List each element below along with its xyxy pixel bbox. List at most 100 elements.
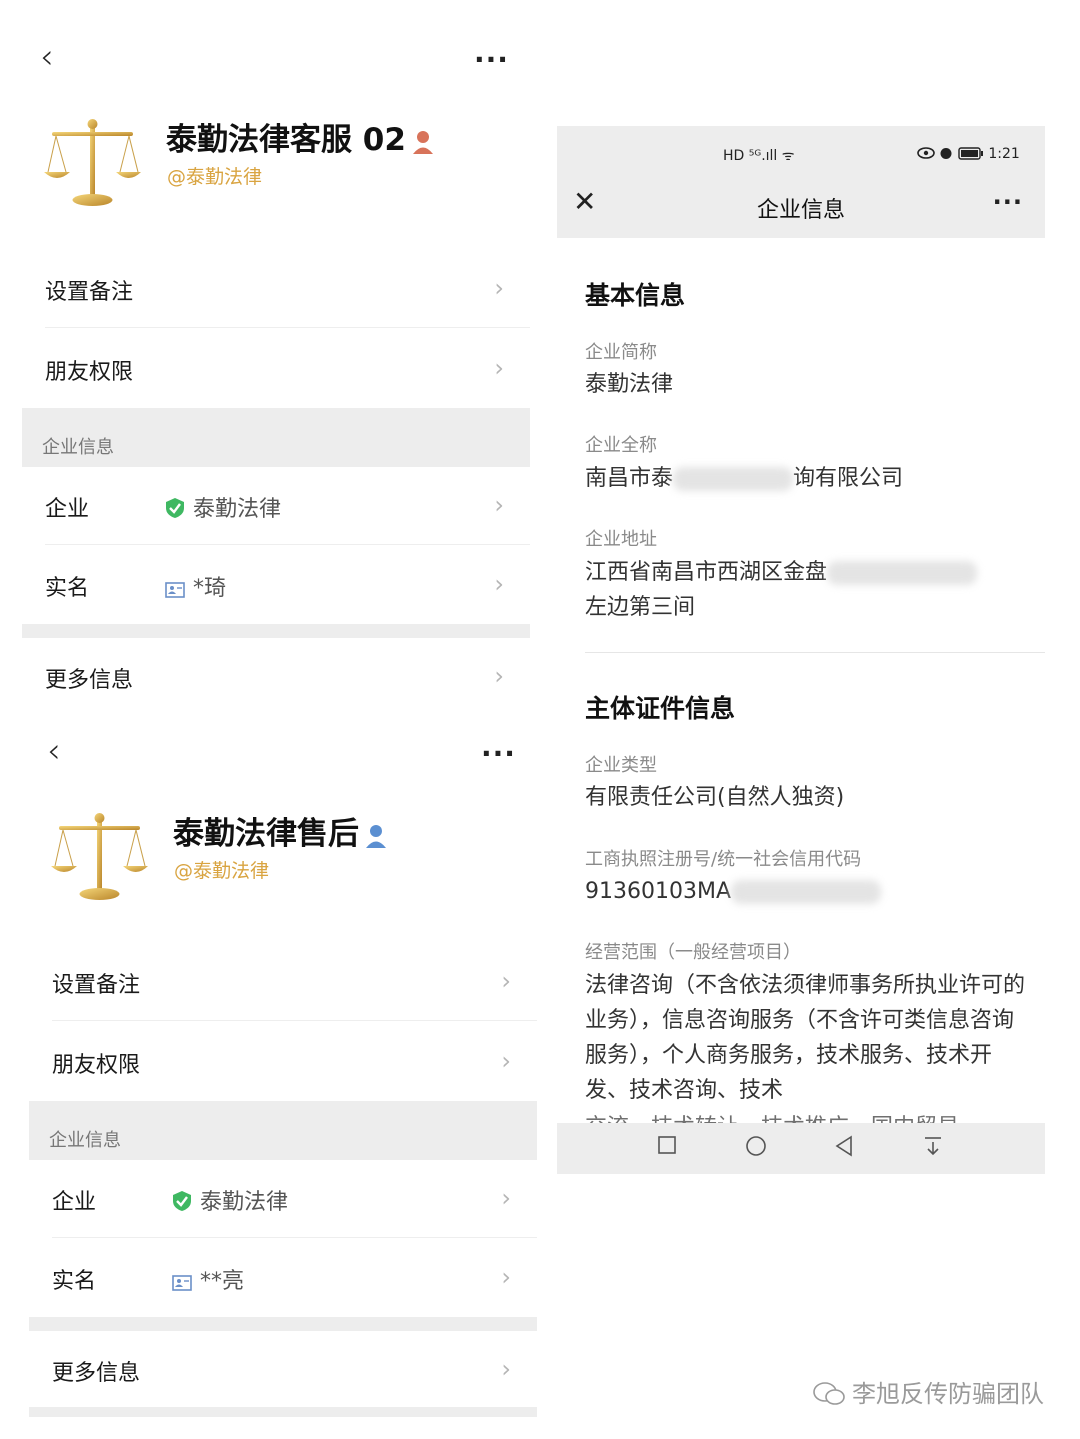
friend-permissions-row[interactable]: 朋友权限 ›	[29, 1023, 537, 1101]
divider	[585, 652, 1045, 653]
full-name-label: 企业全称	[585, 435, 657, 456]
more-dots-icon[interactable]: ···	[474, 46, 509, 74]
profile-handle: @泰勤法律	[167, 166, 263, 188]
business-scope-cut: 交流、技术转让、技术推广、国内贸易	[585, 1110, 959, 1123]
divider	[52, 1237, 537, 1238]
alarm-icon	[940, 148, 952, 159]
shield-check-icon	[166, 498, 184, 518]
section-header: 企业信息	[22, 408, 530, 467]
divider	[45, 544, 530, 545]
chevron-right-icon: ›	[494, 570, 504, 598]
set-remark-row[interactable]: 设置备注 ›	[29, 943, 537, 1021]
battery-icon	[958, 147, 983, 160]
recent-apps-icon[interactable]	[657, 1135, 677, 1155]
notification-pull-icon[interactable]	[923, 1135, 943, 1157]
full-name-value: 南昌市泰 询有限公司	[585, 466, 904, 491]
realname-value: **亮	[172, 1263, 244, 1295]
chevron-right-icon: ›	[501, 1263, 511, 1291]
section-gap	[22, 624, 530, 638]
chevron-right-icon: ›	[494, 354, 504, 382]
business-scope-label: 经营范围（一般经营项目）	[585, 942, 801, 963]
watermark: 李旭反传防骗团队	[812, 1374, 1044, 1409]
address-label: 企业地址	[585, 529, 657, 550]
profile-handle: @泰勤法律	[174, 860, 270, 882]
section-title: 企业信息	[49, 1130, 121, 1151]
profile-name: 泰勤法律客服 02	[166, 114, 434, 159]
system-nav-bar	[557, 1123, 1045, 1174]
back-triangle-icon[interactable]	[834, 1135, 854, 1157]
company-value: 泰勤法律	[165, 491, 281, 523]
chevron-right-icon: ›	[494, 274, 504, 302]
eye-icon	[917, 147, 935, 159]
chevron-right-icon: ›	[494, 491, 504, 519]
credit-code-value: 91360103MA	[585, 874, 882, 909]
row-label: 企业	[45, 497, 90, 522]
profile-name: 泰勤法律售后	[173, 808, 387, 853]
company-value: 泰勤法律	[172, 1184, 288, 1216]
redacted-blur	[673, 467, 794, 491]
profile-card-1: ‹ ··· 泰勤法律客服 02 @泰勤法律 设置备注 › 朋友权限 › 企业信息…	[22, 0, 530, 714]
company-row[interactable]: 企业 泰勤法律 ›	[22, 467, 530, 545]
wechat-logo-icon	[813, 1382, 845, 1405]
realname-row[interactable]: 实名 **亮 ›	[29, 1239, 537, 1317]
address-value: 江西省南昌市西湖区金盘	[585, 555, 978, 590]
id-card-icon	[172, 1275, 192, 1291]
row-label: 更多信息	[52, 1361, 141, 1386]
status-bar-icons: 1:21	[917, 146, 1020, 162]
section-gap	[29, 1407, 537, 1417]
business-scope-value: 法律咨询（不含依法须律师事务所执业许可的业务），信息咨询服务（不含许可类信息咨询…	[585, 973, 1025, 1103]
basic-info-title: 基本信息	[585, 281, 686, 310]
row-label: 朋友权限	[52, 1053, 141, 1078]
header-bar: HD ⁵ᴳ.ıll ᯤ 1:21 ✕ 企业信息 ···	[557, 126, 1045, 238]
avatar[interactable]	[49, 806, 149, 906]
row-label: 朋友权限	[45, 360, 134, 385]
section-title: 企业信息	[42, 437, 114, 458]
id-card-icon	[165, 582, 185, 598]
status-bar-signal: HD ⁵ᴳ.ıll ᯤ	[723, 148, 795, 164]
short-name-label: 企业简称	[585, 342, 657, 363]
row-label: 实名	[45, 576, 90, 601]
company-info-screen: HD ⁵ᴳ.ıll ᯤ 1:21 ✕ 企业信息 ··· 基本信息 企业简称 泰勤…	[557, 126, 1045, 1174]
row-label: 设置备注	[45, 280, 134, 305]
friend-permissions-row[interactable]: 朋友权限 ›	[22, 330, 530, 408]
divider	[45, 327, 530, 328]
profile-card-2: ‹ ··· 泰勤法律售后 @泰勤法律 设置备注 › 朋友权限 › 企业信息 企业	[29, 714, 537, 1424]
row-label: 企业	[52, 1190, 97, 1215]
address-value-line2: 左边第三间	[585, 595, 696, 620]
row-label: 更多信息	[45, 668, 134, 693]
realname-row[interactable]: 实名 *琦 ›	[22, 546, 530, 624]
divider	[52, 1020, 537, 1021]
redacted-blur	[731, 880, 882, 904]
redacted-blur	[827, 561, 978, 585]
row-label: 实名	[52, 1269, 97, 1294]
chevron-right-icon: ›	[501, 1184, 511, 1212]
more-dots-icon[interactable]: ···	[481, 740, 516, 768]
chevron-right-icon: ›	[501, 1047, 511, 1075]
avatar[interactable]	[42, 112, 142, 212]
back-chevron-icon[interactable]: ‹	[40, 40, 54, 74]
more-info-row[interactable]: 更多信息 ›	[22, 638, 530, 714]
more-dots-icon[interactable]: ···	[993, 190, 1023, 214]
back-chevron-icon[interactable]: ‹	[47, 734, 61, 768]
realname-value: *琦	[165, 570, 226, 602]
section-header: 企业信息	[29, 1101, 537, 1160]
company-type-label: 企业类型	[585, 755, 657, 776]
person-icon	[366, 824, 386, 848]
chevron-right-icon: ›	[501, 1355, 511, 1383]
row-label: 设置备注	[52, 973, 141, 998]
company-row[interactable]: 企业 泰勤法律 ›	[29, 1160, 537, 1238]
chevron-right-icon: ›	[494, 662, 504, 690]
page-title: 企业信息	[756, 198, 845, 223]
shield-check-icon	[173, 1191, 191, 1211]
chevron-right-icon: ›	[501, 967, 511, 995]
home-icon[interactable]	[745, 1135, 767, 1157]
cert-info-title: 主体证件信息	[585, 694, 736, 723]
status-time: 1:21	[988, 146, 1020, 162]
section-gap	[29, 1317, 537, 1331]
more-info-row[interactable]: 更多信息 ›	[29, 1331, 537, 1407]
set-remark-row[interactable]: 设置备注 ›	[22, 250, 530, 328]
person-icon	[412, 130, 433, 154]
short-name-value: 泰勤法律	[585, 372, 674, 397]
company-type-value: 有限责任公司(自然人独资)	[585, 785, 845, 810]
credit-code-label: 工商执照注册号/统一社会信用代码	[585, 849, 862, 870]
